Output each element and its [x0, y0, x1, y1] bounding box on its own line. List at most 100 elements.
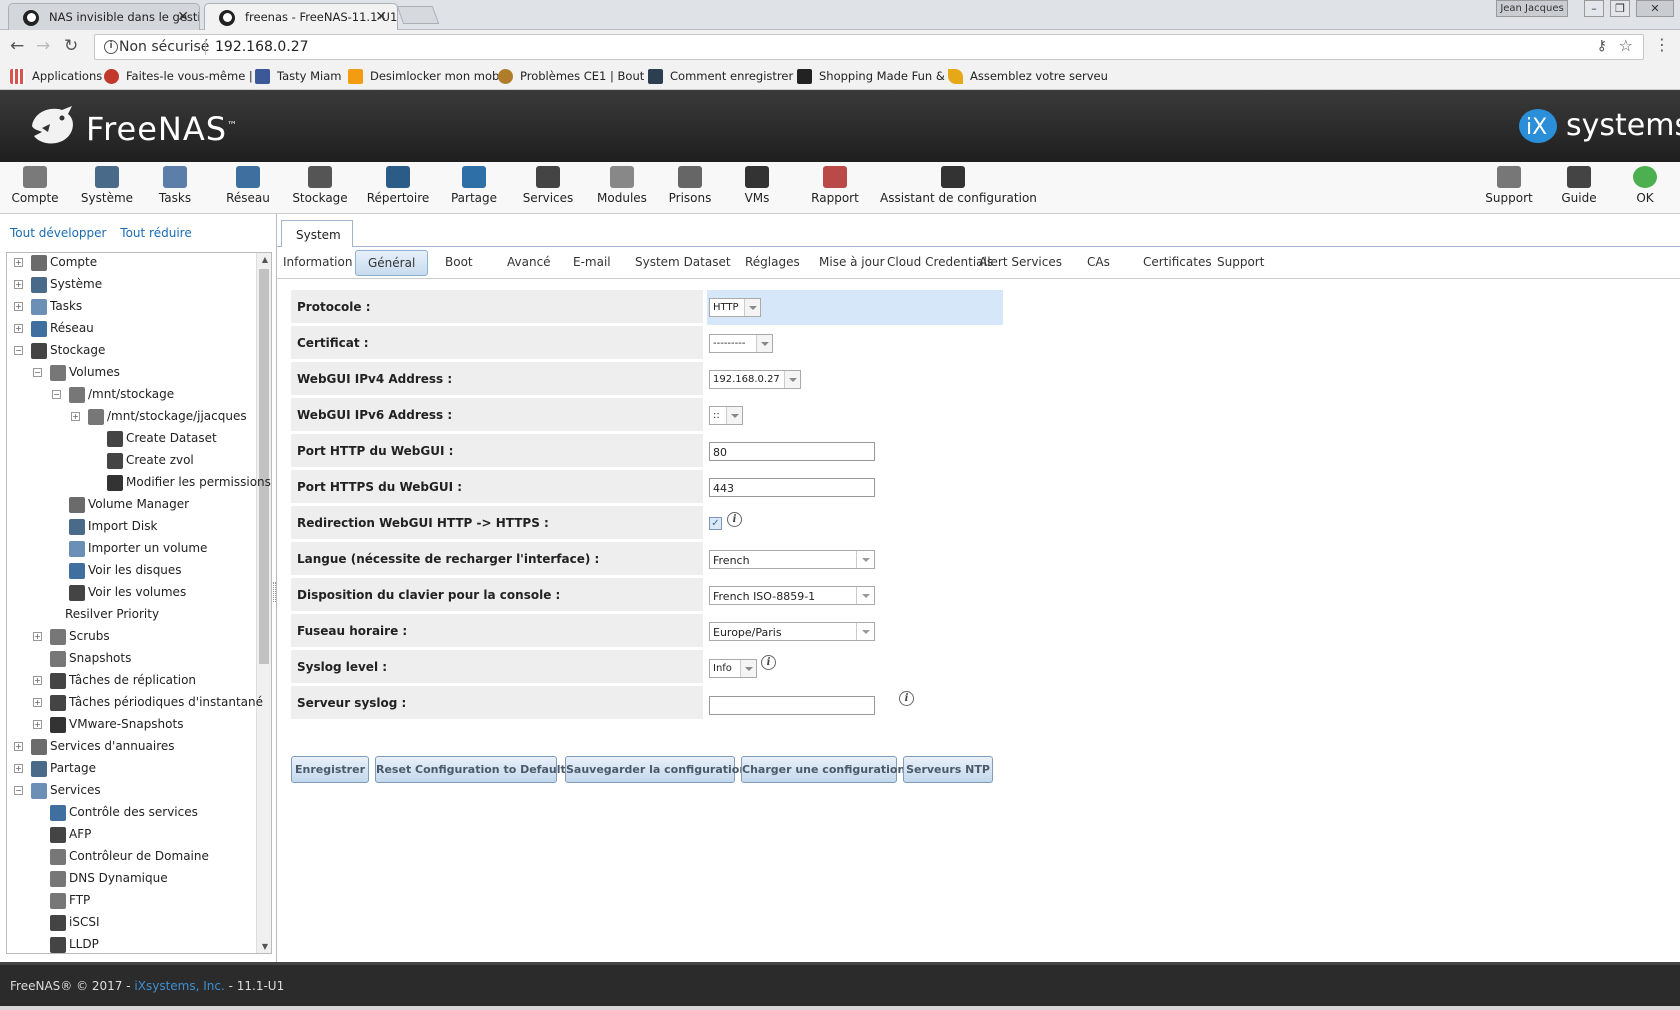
browser-tab-2[interactable]: freenas - FreeNAS-11.1-U1 ✕: [204, 3, 398, 31]
toolbar-rapport[interactable]: Rapport: [808, 166, 862, 205]
subtab-support[interactable]: Support: [1217, 255, 1264, 269]
browser-tab-1[interactable]: NAS invisible dans le gestio ✕: [8, 3, 200, 30]
chevron-down-icon[interactable]: [784, 371, 800, 388]
expand-icon[interactable]: +: [14, 742, 23, 751]
back-icon[interactable]: ←: [10, 36, 24, 56]
subtab-information[interactable]: Information: [283, 255, 352, 269]
toolbar-guide[interactable]: Guide: [1556, 166, 1602, 205]
expand-icon[interactable]: +: [33, 720, 42, 729]
expand-icon[interactable]: +: [14, 324, 23, 333]
protocol-select[interactable]: HTTP: [709, 298, 761, 317]
ixsystems-link[interactable]: iXsystems, Inc.: [134, 979, 224, 993]
subtab-reglages[interactable]: Réglages: [745, 255, 800, 269]
tree-scrollbar[interactable]: ▲ ▼: [256, 253, 271, 953]
scrollbar-thumb[interactable]: [259, 269, 269, 664]
toolbar-tasks[interactable]: Tasks: [150, 166, 200, 205]
close-window-icon[interactable]: ✕: [1636, 0, 1674, 17]
subtab-mise-a-jour[interactable]: Mise à jour: [819, 255, 885, 269]
bookmark-item[interactable]: Comment enregistrer le: [648, 69, 807, 84]
bookmark-item[interactable]: Assemblez votre serveu: [948, 69, 1108, 84]
certificate-select[interactable]: ---------: [709, 334, 773, 353]
http-port-input[interactable]: 80: [709, 442, 875, 461]
toolbar-repertoire[interactable]: Répertoire: [366, 166, 430, 205]
save-button[interactable]: Enregistrer: [291, 756, 369, 783]
expand-icon[interactable]: +: [14, 280, 23, 289]
toolbar-stockage[interactable]: Stockage: [292, 166, 348, 205]
expand-icon[interactable]: +: [14, 764, 23, 773]
collapse-icon[interactable]: −: [14, 786, 23, 795]
close-tab-icon[interactable]: ✕: [375, 9, 387, 25]
toolbar-assistant-de-configuration[interactable]: Assistant de configuration: [880, 166, 1037, 205]
reset-defaults-button[interactable]: Reset Configuration to Defaults: [375, 756, 572, 783]
ntp-servers-button[interactable]: Serveurs NTP: [903, 756, 993, 783]
bookmark-apps[interactable]: Applications: [10, 69, 102, 84]
language-select[interactable]: French: [709, 550, 875, 569]
collapse-icon[interactable]: −: [14, 346, 23, 355]
keyboard-select[interactable]: French ISO-8859-1: [709, 586, 875, 605]
new-tab-button[interactable]: [396, 6, 440, 24]
bookmark-item[interactable]: Faites-le vous-même |: [104, 69, 253, 84]
forward-icon[interactable]: →: [36, 36, 50, 56]
chevron-down-icon[interactable]: [856, 587, 874, 604]
info-icon[interactable]: i: [727, 512, 742, 527]
close-tab-icon[interactable]: ✕: [177, 9, 189, 25]
window-user-badge[interactable]: Jean Jacques: [1496, 0, 1568, 17]
url-text[interactable]: 192.168.0.27: [215, 39, 309, 55]
toolbar-modules[interactable]: Modules: [592, 166, 652, 205]
expand-icon[interactable]: +: [14, 258, 23, 267]
restore-window-icon[interactable]: ❐: [1610, 0, 1630, 17]
subtab-avance[interactable]: Avancé: [507, 255, 551, 269]
toolbar-vms[interactable]: VMs: [734, 166, 780, 205]
bookmark-item[interactable]: Desimlocker mon mobil: [348, 69, 506, 84]
reload-icon[interactable]: ↻: [64, 36, 78, 56]
bookmark-item[interactable]: Problèmes CE1 | Bout c: [498, 69, 654, 84]
ipv6-select[interactable]: ::: [709, 406, 743, 425]
bookmark-star-icon[interactable]: ☆: [1619, 36, 1633, 55]
expand-all-link[interactable]: Tout développer: [10, 226, 106, 240]
toolbar-systeme[interactable]: Système: [80, 166, 134, 205]
toolbar-ok[interactable]: OK: [1622, 166, 1668, 205]
collapse-all-link[interactable]: Tout réduire: [120, 226, 191, 240]
subtab-system-dataset[interactable]: System Dataset: [635, 255, 731, 269]
syslog-server-input[interactable]: [709, 696, 875, 715]
chevron-down-icon[interactable]: [756, 335, 772, 352]
toolbar-reseau[interactable]: Réseau: [222, 166, 274, 205]
save-config-button[interactable]: Sauvegarder la configuration: [565, 756, 747, 783]
expand-icon[interactable]: +: [33, 632, 42, 641]
timezone-select[interactable]: Europe/Paris: [709, 622, 875, 641]
collapse-icon[interactable]: −: [52, 390, 61, 399]
url-field[interactable]: i Non sécurisé 192.168.0.27 ⚷ ☆: [94, 34, 1644, 60]
chevron-down-icon[interactable]: [856, 623, 874, 640]
subtab-boot[interactable]: Boot: [445, 255, 473, 269]
chevron-down-icon[interactable]: [856, 551, 874, 568]
toolbar-partage[interactable]: Partage: [448, 166, 500, 205]
subtab-cloud-credentials[interactable]: Cloud Credentials: [887, 255, 993, 269]
info-icon[interactable]: i: [761, 655, 776, 670]
toolbar-services[interactable]: Services: [518, 166, 578, 205]
expand-icon[interactable]: +: [71, 412, 80, 421]
minimize-window-icon[interactable]: –: [1584, 0, 1604, 17]
load-config-button[interactable]: Charger une configuration: [741, 756, 905, 783]
collapse-icon[interactable]: −: [33, 368, 42, 377]
chevron-down-icon[interactable]: [744, 299, 760, 316]
password-key-icon[interactable]: ⚷: [1597, 38, 1607, 54]
ipv4-select[interactable]: 192.168.0.27: [709, 370, 801, 389]
https-port-input[interactable]: 443: [709, 478, 875, 497]
bookmark-item[interactable]: Shopping Made Fun & I: [797, 69, 952, 84]
subtab-general[interactable]: Général: [355, 250, 429, 276]
toolbar-prisons[interactable]: Prisons: [664, 166, 716, 205]
browser-menu-icon[interactable]: ⋮: [1654, 35, 1670, 54]
subtab-cas[interactable]: CAs: [1087, 255, 1110, 269]
chevron-down-icon[interactable]: [740, 660, 756, 677]
expand-icon[interactable]: +: [33, 676, 42, 685]
expand-icon[interactable]: +: [14, 302, 23, 311]
expand-icon[interactable]: +: [33, 698, 42, 707]
syslog-level-select[interactable]: Info: [709, 659, 757, 678]
scroll-up-icon[interactable]: ▲: [262, 255, 268, 264]
toolbar-support[interactable]: Support: [1482, 166, 1536, 205]
info-icon[interactable]: i: [899, 691, 914, 706]
tab-system[interactable]: System: [281, 220, 353, 247]
site-info-icon[interactable]: i: [104, 40, 118, 54]
subtab-certificates[interactable]: Certificates: [1143, 255, 1212, 269]
bookmark-item[interactable]: Tasty Miam: [255, 69, 342, 84]
